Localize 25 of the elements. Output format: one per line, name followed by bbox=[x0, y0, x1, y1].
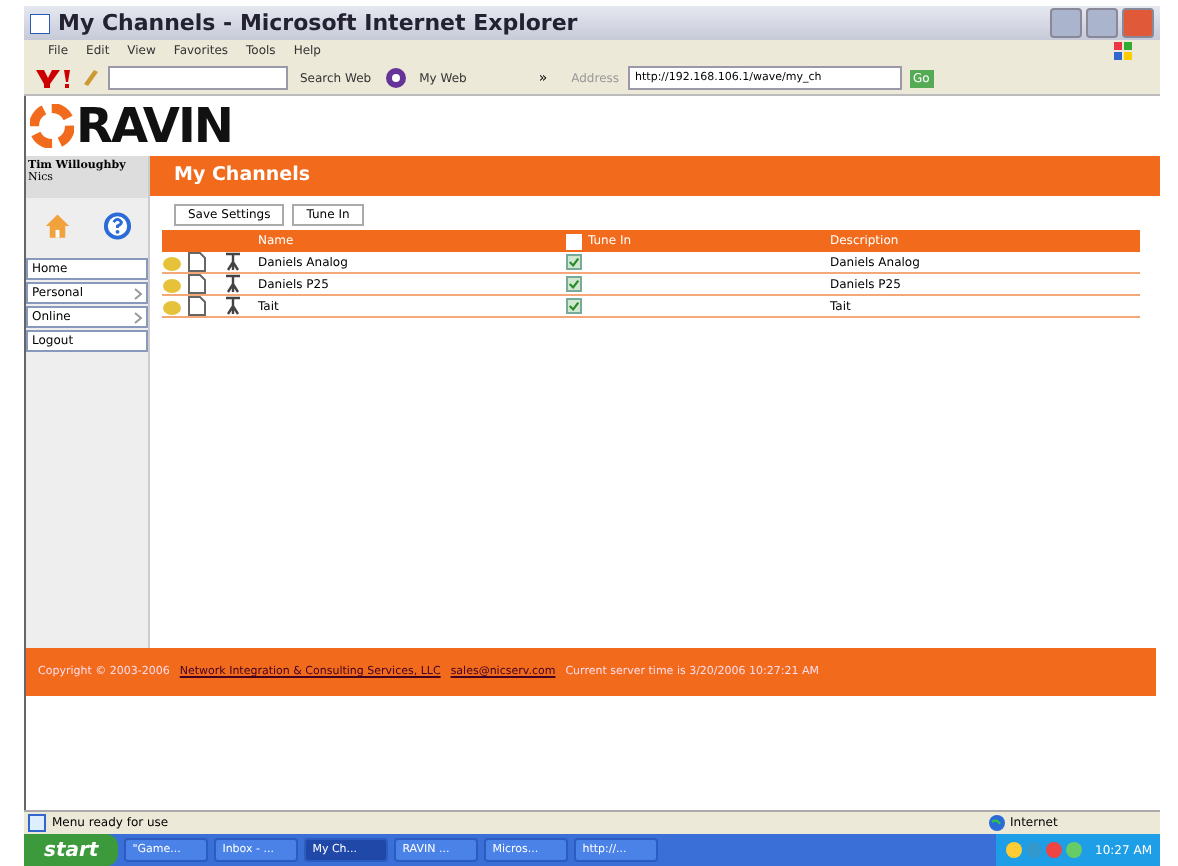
tune-in-checkbox[interactable] bbox=[566, 276, 582, 292]
search-field[interactable] bbox=[108, 66, 288, 90]
antenna-icon bbox=[224, 296, 242, 316]
antenna-icon bbox=[224, 274, 242, 294]
antenna-icon bbox=[224, 252, 242, 272]
yahoo-icon[interactable] bbox=[32, 66, 72, 90]
window-title: My Channels - Microsoft Internet Explorer bbox=[58, 10, 580, 36]
maximize-button[interactable] bbox=[1086, 8, 1118, 38]
start-button[interactable]: start bbox=[24, 834, 119, 866]
select-all-checkbox[interactable] bbox=[566, 233, 582, 249]
minimize-button[interactable] bbox=[1050, 8, 1082, 38]
tray-icons-drawing[interactable] bbox=[1003, 840, 1084, 860]
home-icon[interactable] bbox=[42, 210, 73, 242]
page-title: My Channels bbox=[150, 156, 1160, 196]
globe-icon bbox=[988, 814, 1006, 832]
tune-in-checkbox[interactable] bbox=[566, 298, 582, 314]
logo-text: RAVIN bbox=[76, 98, 233, 154]
circle-icon[interactable] bbox=[383, 66, 408, 90]
help-icon[interactable] bbox=[101, 210, 132, 242]
logo-mark-icon bbox=[30, 104, 74, 148]
page-icon bbox=[28, 814, 46, 832]
windows-logo-icon bbox=[1112, 40, 1136, 62]
tune-in-checkbox[interactable] bbox=[566, 254, 582, 270]
pencil-icon[interactable] bbox=[80, 66, 100, 90]
browser-icon bbox=[30, 13, 50, 33]
